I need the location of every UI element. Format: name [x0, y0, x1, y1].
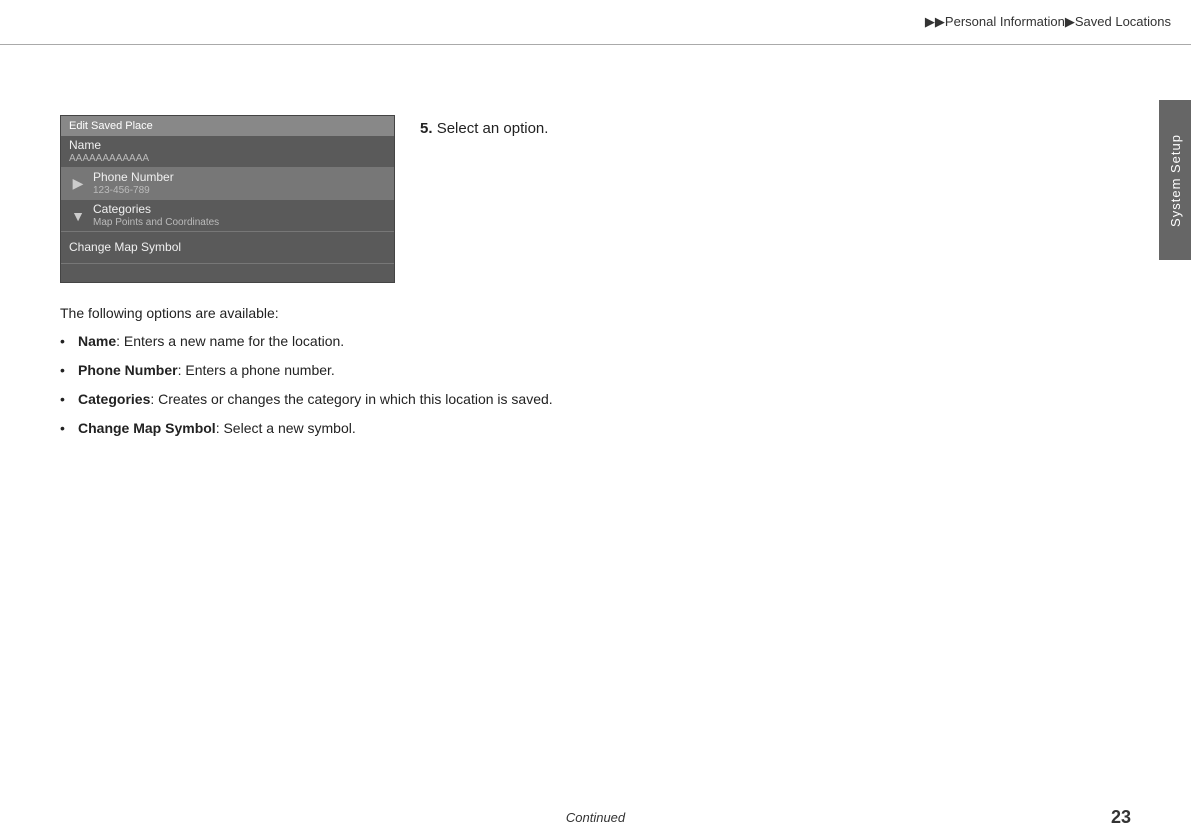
step-number: 5. [420, 120, 433, 137]
options-intro: The following options are available: [60, 305, 1091, 321]
device-screenshot: Edit Saved Place Name AAAAAAAAAAAA ▶ Pho… [60, 115, 395, 283]
footer-page-number: 23 [1111, 807, 1131, 828]
list-item-name: Name: Enters a new name for the location… [60, 331, 1091, 352]
option-phone-bold: Phone Number [78, 362, 178, 378]
option-changemap-desc: : Select a new symbol. [216, 420, 356, 436]
device-menu-phone-sub: 123-456-789 [93, 185, 174, 197]
breadcrumb-arrow2: ▶ [1065, 14, 1075, 29]
device-menu-categories-sub: Map Points and Coordinates [93, 217, 219, 229]
breadcrumb-part2: Saved Locations [1075, 14, 1171, 29]
options-list: Name: Enters a new name for the location… [60, 331, 1091, 439]
device-menu-item-phone[interactable]: ▶ Phone Number 123-456-789 [61, 168, 394, 200]
device-header: Edit Saved Place [61, 116, 394, 136]
device-menu-name-content: Name AAAAAAAAAAAA [69, 138, 149, 164]
list-item-phone: Phone Number: Enters a phone number. [60, 360, 1091, 381]
footer: Continued 23 [0, 795, 1191, 840]
device-menu-phone-main: Phone Number [93, 170, 174, 184]
main-content: Edit Saved Place Name AAAAAAAAAAAA ▶ Pho… [60, 55, 1141, 790]
option-name-bold: Name [78, 333, 116, 349]
phone-arrow-icon: ▶ [69, 175, 87, 193]
device-menu-item-categories[interactable]: ▼ Categories Map Points and Coordinates [61, 200, 394, 232]
breadcrumb-text: ▶▶Personal Information▶Saved Locations [925, 14, 1171, 30]
device-menu-phone-content: Phone Number 123-456-789 [93, 170, 174, 196]
sidebar-tab: System Setup [1159, 100, 1191, 260]
option-categories-bold: Categories [78, 391, 150, 407]
breadcrumb-arrow1: ▶▶ [925, 14, 945, 29]
step-instruction: 5. Select an option. [420, 120, 548, 137]
categories-down-icon: ▼ [69, 207, 87, 225]
footer-continued: Continued [566, 810, 625, 825]
option-categories-desc: : Creates or changes the category in whi… [150, 391, 552, 407]
option-changemap-bold: Change Map Symbol [78, 420, 216, 436]
device-menu-name-main: Name [69, 138, 149, 152]
device-menu-changemap-content: Change Map Symbol [69, 240, 181, 254]
device-menu-item-change-map[interactable]: Change Map Symbol [61, 232, 394, 264]
device-menu-item-name[interactable]: Name AAAAAAAAAAAA [61, 136, 394, 168]
breadcrumb-part1: Personal Information [945, 14, 1065, 29]
breadcrumb-bar: ▶▶Personal Information▶Saved Locations [0, 0, 1191, 45]
option-name-desc: : Enters a new name for the location. [116, 333, 344, 349]
device-menu-name-sub: AAAAAAAAAAAA [69, 153, 149, 165]
step-description: Select an option. [437, 120, 549, 137]
options-section: The following options are available: Nam… [60, 305, 1091, 447]
device-menu-changemap-main: Change Map Symbol [69, 240, 181, 254]
list-item-change-map: Change Map Symbol: Select a new symbol. [60, 418, 1091, 439]
sidebar-tab-label: System Setup [1168, 134, 1183, 227]
list-item-categories: Categories: Creates or changes the categ… [60, 389, 1091, 410]
device-menu-categories-content: Categories Map Points and Coordinates [93, 202, 219, 228]
option-phone-desc: : Enters a phone number. [178, 362, 335, 378]
device-menu-categories-main: Categories [93, 202, 219, 216]
